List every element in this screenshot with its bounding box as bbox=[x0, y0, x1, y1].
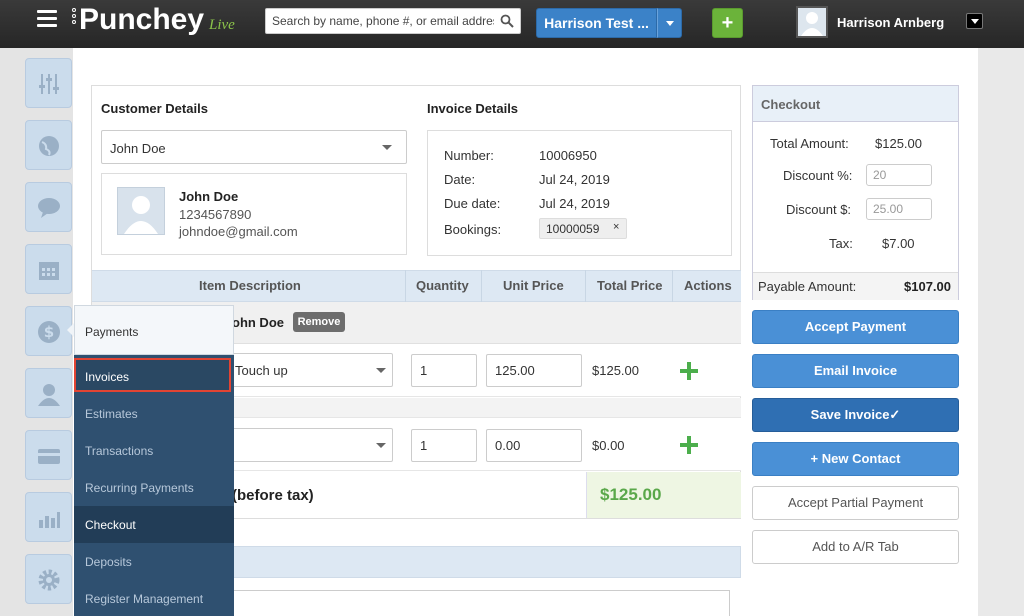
menu-item-recurring-payments[interactable]: Recurring Payments bbox=[74, 469, 234, 506]
menu-item-transactions[interactable]: Transactions bbox=[74, 432, 234, 469]
unit-price-field[interactable]: 0.00 bbox=[486, 429, 582, 462]
location-dropdown-chevron-icon[interactable] bbox=[657, 8, 682, 38]
customer-phone: 1234567890 bbox=[179, 207, 252, 222]
payable-amount-label: Payable Amount: bbox=[758, 279, 857, 294]
col-actions: Actions bbox=[684, 278, 732, 293]
menu-item-checkout[interactable]: Checkout bbox=[74, 506, 234, 543]
accept-payment-button[interactable]: Accept Payment bbox=[752, 310, 959, 344]
customer-avatar bbox=[117, 187, 165, 235]
save-invoice-button[interactable]: Save Invoice✓ bbox=[752, 398, 959, 432]
invoice-bookings-label: Bookings: bbox=[444, 222, 502, 237]
col-unit-price: Unit Price bbox=[503, 278, 564, 293]
quantity-field[interactable]: 1 bbox=[411, 354, 477, 387]
item-select-value: Touch up bbox=[235, 363, 288, 378]
search-box[interactable] bbox=[265, 8, 521, 34]
logo[interactable]: Punchey bbox=[79, 3, 204, 37]
dollar-icon[interactable]: $ bbox=[25, 306, 72, 356]
quantity-field[interactable]: 1 bbox=[411, 429, 477, 462]
total-price-value: $0.00 bbox=[592, 438, 625, 453]
checkout-title: Checkout bbox=[761, 97, 821, 112]
header-divider bbox=[481, 270, 482, 302]
discount-percent-field[interactable]: 20 bbox=[866, 164, 932, 186]
icon-rail: $ bbox=[0, 48, 73, 616]
chevron-down-icon[interactable] bbox=[376, 368, 386, 373]
customer-select[interactable]: John Doe bbox=[101, 130, 407, 164]
invoice-date-value: Jul 24, 2019 bbox=[539, 172, 610, 187]
calendar-icon[interactable] bbox=[25, 244, 72, 294]
sliders-icon[interactable] bbox=[25, 58, 72, 108]
tax-value: $7.00 bbox=[882, 236, 915, 251]
total-amount-value: $125.00 bbox=[875, 136, 922, 151]
invoice-number-label: Number: bbox=[444, 148, 494, 163]
chevron-down-icon[interactable] bbox=[376, 443, 386, 448]
col-item-description: Item Description bbox=[199, 278, 301, 293]
unit-price-field[interactable]: 125.00 bbox=[486, 354, 582, 387]
user-silhouette-icon bbox=[801, 12, 823, 36]
menu-item-invoices[interactable]: Invoices bbox=[74, 358, 231, 392]
hamburger-menu-icon[interactable] bbox=[37, 10, 57, 28]
right-gutter bbox=[978, 48, 1024, 616]
location-button[interactable]: Harrison Test ... bbox=[536, 8, 657, 38]
header-divider bbox=[672, 270, 673, 302]
email-invoice-button[interactable]: Email Invoice bbox=[752, 354, 959, 388]
user-name[interactable]: Harrison Arnberg bbox=[837, 15, 944, 30]
menu-item-estimates[interactable]: Estimates bbox=[74, 395, 234, 432]
menu-item-register-management[interactable]: Register Management bbox=[74, 580, 234, 616]
search-input[interactable] bbox=[266, 9, 494, 33]
customer-select-value: John Doe bbox=[110, 141, 166, 156]
logo-live-label: Live bbox=[209, 17, 235, 33]
subtotal-value: $125.00 bbox=[600, 485, 662, 504]
booking-remove-icon[interactable]: × bbox=[613, 221, 619, 233]
user-avatar[interactable] bbox=[796, 6, 828, 38]
tax-label: Tax: bbox=[829, 236, 853, 251]
subtotal-label: (before tax) bbox=[232, 487, 314, 504]
payable-amount-value: $107.00 bbox=[904, 279, 951, 294]
chart-icon[interactable] bbox=[25, 492, 72, 542]
customer-email: johndoe@gmail.com bbox=[179, 224, 298, 239]
invoice-due-date-value: Jul 24, 2019 bbox=[539, 196, 610, 211]
top-bar: Punchey Live Harrison Test ... + Harriso… bbox=[0, 0, 1024, 48]
total-price-value: $125.00 bbox=[592, 363, 639, 378]
col-total-price: Total Price bbox=[597, 278, 663, 293]
col-quantity: Quantity bbox=[416, 278, 469, 293]
card-icon[interactable] bbox=[25, 430, 72, 480]
discount-percent-label: Discount %: bbox=[783, 168, 853, 183]
invoice-due-date-label: Due date: bbox=[444, 196, 501, 211]
group-customer-name: ohn Doe bbox=[232, 315, 284, 330]
add-line-plus-icon[interactable] bbox=[680, 436, 698, 454]
remove-button[interactable]: Remove bbox=[293, 312, 345, 332]
logo-dots-icon bbox=[72, 8, 78, 26]
new-contact-button[interactable]: + New Contact bbox=[752, 442, 959, 476]
discount-amount-field[interactable]: 25.00 bbox=[866, 198, 932, 220]
payments-menu-title[interactable]: Payments bbox=[85, 325, 138, 339]
invoice-details-title: Invoice Details bbox=[427, 101, 519, 116]
chat-icon[interactable] bbox=[25, 182, 72, 232]
user-menu-chevron-icon[interactable] bbox=[966, 13, 983, 29]
chevron-down-icon[interactable] bbox=[382, 145, 392, 150]
add-button[interactable]: + bbox=[712, 8, 743, 38]
person-icon[interactable] bbox=[25, 368, 72, 418]
invoice-number-value: 10006950 bbox=[539, 148, 597, 163]
total-amount-label: Total Amount: bbox=[770, 136, 849, 151]
add-line-plus-icon[interactable] bbox=[680, 362, 698, 380]
customer-name: John Doe bbox=[179, 189, 239, 204]
header-divider bbox=[405, 270, 406, 302]
invoice-date-label: Date: bbox=[444, 172, 476, 187]
svg-text:$: $ bbox=[44, 323, 54, 341]
item-select[interactable]: Touch up bbox=[225, 353, 393, 387]
globe-icon[interactable] bbox=[25, 120, 72, 170]
header-divider bbox=[585, 270, 586, 302]
user-silhouette-icon bbox=[124, 196, 158, 234]
menu-item-deposits[interactable]: Deposits bbox=[74, 543, 234, 580]
gear-icon[interactable] bbox=[25, 554, 72, 604]
discount-amount-label: Discount $: bbox=[786, 202, 852, 217]
add-to-ar-tab-button[interactable]: Add to A/R Tab bbox=[752, 530, 959, 564]
search-icon[interactable] bbox=[500, 14, 514, 28]
accept-partial-payment-button[interactable]: Accept Partial Payment bbox=[752, 486, 959, 520]
item-select[interactable] bbox=[225, 428, 393, 462]
customer-details-title: Customer Details bbox=[101, 101, 208, 116]
